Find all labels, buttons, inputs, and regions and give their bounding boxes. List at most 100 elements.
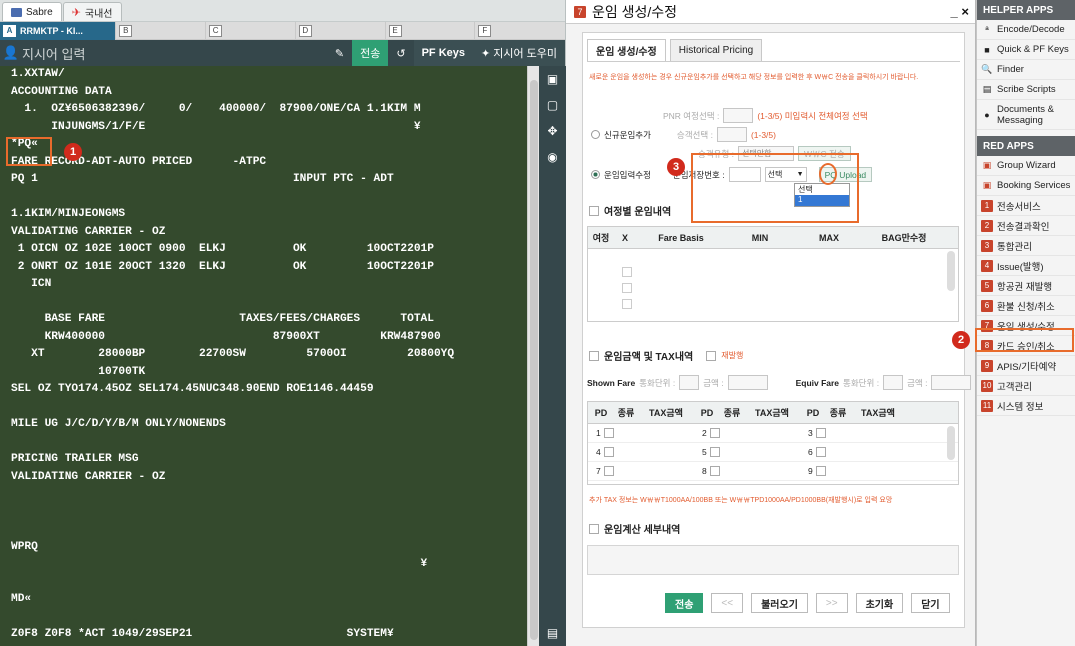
history-icon[interactable]: ↺ xyxy=(388,40,413,66)
section-checkbox[interactable] xyxy=(589,350,599,361)
briefcase-icon[interactable]: ▣ xyxy=(539,66,566,92)
next-button[interactable]: >> xyxy=(815,593,848,613)
sabre-terminal: Sabre ✈ 국내선 A RRMKTP - KI... B C D E F 👤 지… xyxy=(0,0,566,646)
command-helper-button[interactable]: ✦ 지시어 도우미 xyxy=(473,40,565,66)
app-number-badge: 1 xyxy=(981,199,993,212)
reissue-checkbox[interactable] xyxy=(706,350,717,361)
pcc-cell-e[interactable]: E xyxy=(386,21,476,40)
pd-checkbox[interactable] xyxy=(603,428,614,438)
currency-label: 통화단위 : xyxy=(843,377,880,388)
col-header: PD xyxy=(806,407,820,418)
row-checkbox[interactable] xyxy=(622,267,632,277)
numbered-app-item[interactable]: 11 시스템 정보 xyxy=(977,396,1075,416)
fare-edit-label: 운임입력수정 xyxy=(604,169,651,180)
numbered-app-item[interactable]: 10 고객관리 xyxy=(977,376,1075,396)
command-input[interactable]: 지시어 입력 xyxy=(22,44,327,63)
prev-button[interactable]: << xyxy=(711,593,744,613)
section-checkbox[interactable] xyxy=(589,205,599,216)
numbered-app-label: 전송서비스 xyxy=(997,201,1041,213)
minimize-button[interactable]: _ xyxy=(951,4,958,19)
numbered-app-item[interactable]: 6 환불 신청/취소 xyxy=(977,296,1075,316)
red-app-item[interactable]: ▣ Group Wizard xyxy=(977,156,1075,176)
tax-row: 7 8 9 xyxy=(588,462,958,481)
tab-fare-edit[interactable]: 운임 생성/수정 xyxy=(587,39,666,61)
send-button[interactable]: 전송 xyxy=(352,40,389,66)
pin-icon[interactable]: ✥ xyxy=(539,118,566,144)
pd-checkbox[interactable] xyxy=(709,466,720,476)
row-checkbox[interactable] xyxy=(622,283,632,293)
wand-icon: ✦ xyxy=(481,47,491,60)
scroll-thumb[interactable] xyxy=(530,80,538,640)
grid-scrollbar[interactable] xyxy=(947,251,955,291)
close-dialog-button[interactable]: 닫기 xyxy=(911,593,950,613)
numbered-app-item[interactable]: 4 Issue(발행) xyxy=(977,256,1075,276)
send-button[interactable]: 전송 xyxy=(665,593,704,613)
pcc-cell-c[interactable]: C xyxy=(206,21,296,40)
tab-domestic[interactable]: ✈ 국내선 xyxy=(62,2,122,21)
equiv-amount-input[interactable] xyxy=(931,375,972,390)
numbered-app-label: 전송결과확인 xyxy=(997,221,1050,233)
pcc-cell-a[interactable]: A RRMKTP - KI... xyxy=(0,21,117,40)
app-number-badge: 11 xyxy=(981,399,993,412)
amount-input[interactable] xyxy=(727,375,768,390)
new-fare-radio[interactable] xyxy=(591,130,600,139)
helper-app-item[interactable]: ■ Quick & PF Keys xyxy=(977,40,1075,60)
pnr-hint: (1-3/5) 미입력시 전체여정 선택 xyxy=(757,110,868,121)
pd-checkbox[interactable] xyxy=(709,428,720,438)
seg-hint: (1-3/5) xyxy=(750,129,776,140)
helper-app-item[interactable]: ª Encode/Decode xyxy=(977,20,1075,40)
pnr-label: PNR 여정선택 : xyxy=(663,110,720,121)
terminal-line: 1 OICN OZ 102E 10OCT 0900 ELKJ OK 10OCT2… xyxy=(11,243,434,255)
terminal-scrollbar[interactable] xyxy=(527,66,539,646)
pd-checkbox[interactable] xyxy=(815,466,826,476)
helper-app-item[interactable]: ● Documents & Messaging xyxy=(977,100,1075,130)
red-app-item[interactable]: ▣ Booking Services xyxy=(977,176,1075,196)
reset-button[interactable]: 초기화 xyxy=(855,593,904,613)
dropdown-arrow-highlight xyxy=(819,163,837,185)
fare-edit-radio[interactable] xyxy=(591,170,600,179)
panel-icon[interactable]: ▤ xyxy=(539,620,566,646)
numbered-app-item[interactable]: 9 APIS/기타예약 xyxy=(977,356,1075,376)
close-button[interactable]: × xyxy=(961,4,969,19)
pcc-cell-f[interactable]: F xyxy=(475,22,565,40)
fare-calc-textarea[interactable] xyxy=(587,545,959,575)
equiv-currency-input[interactable] xyxy=(883,375,904,390)
new-fare-row: 신규운임추가 승객선택 : (1-3/5) xyxy=(591,127,776,142)
terminal-line: VALIDATING CARRIER - OZ xyxy=(11,470,166,483)
pcc-cell-b[interactable]: B xyxy=(116,21,207,40)
pnr-input[interactable] xyxy=(723,108,754,123)
section-checkbox[interactable] xyxy=(589,523,599,534)
numbered-app-item[interactable]: 2 전송결과확인 xyxy=(977,216,1075,236)
pd-checkbox[interactable] xyxy=(603,466,614,476)
numbered-app-item[interactable]: 1 전송서비스 xyxy=(977,196,1075,216)
pcc-cell-d[interactable]: D xyxy=(296,21,386,40)
pd-checkbox[interactable] xyxy=(709,447,720,457)
play-icon[interactable]: ◉ xyxy=(539,144,566,170)
helper-app-label: Encode/Decode xyxy=(997,24,1065,35)
pd-checkbox[interactable] xyxy=(603,447,614,457)
helper-app-item[interactable]: 🔍 Finder xyxy=(977,60,1075,80)
section-fare-tax: 운임금액 및 TAX내역 재발행 xyxy=(589,348,959,363)
grid-scrollbar[interactable] xyxy=(947,426,955,460)
col-header: 종류 xyxy=(723,408,741,418)
pf-keys-button[interactable]: PF Keys xyxy=(413,40,473,66)
clipboard-icon[interactable]: ▢ xyxy=(539,92,566,118)
pd-checkbox[interactable] xyxy=(815,428,826,438)
edit-icon[interactable]: ✎ xyxy=(327,40,352,66)
currency-label: 통화단위 : xyxy=(639,377,676,388)
helper-app-item[interactable]: ▤ Scribe Scripts xyxy=(977,80,1075,100)
numbered-app-item[interactable]: 5 항공권 재발행 xyxy=(977,276,1075,296)
seg-input[interactable] xyxy=(716,127,747,142)
numbered-app-label: 통합관리 xyxy=(997,241,1032,253)
tab-historical-pricing[interactable]: Historical Pricing xyxy=(669,39,763,61)
row-checkbox[interactable] xyxy=(622,299,632,309)
sabre-icon xyxy=(11,7,22,17)
currency-input[interactable] xyxy=(679,375,700,390)
terminal-line: WPRQ xyxy=(11,540,38,553)
numbered-app-item[interactable]: 3 통합관리 xyxy=(977,236,1075,256)
pd-checkbox[interactable] xyxy=(815,447,826,457)
pcc-letter: D xyxy=(298,24,312,37)
load-button[interactable]: 불러오기 xyxy=(751,593,808,613)
tab-sabre[interactable]: Sabre xyxy=(2,2,62,21)
terminal-line: VALIDATING CARRIER - OZ xyxy=(11,225,166,238)
